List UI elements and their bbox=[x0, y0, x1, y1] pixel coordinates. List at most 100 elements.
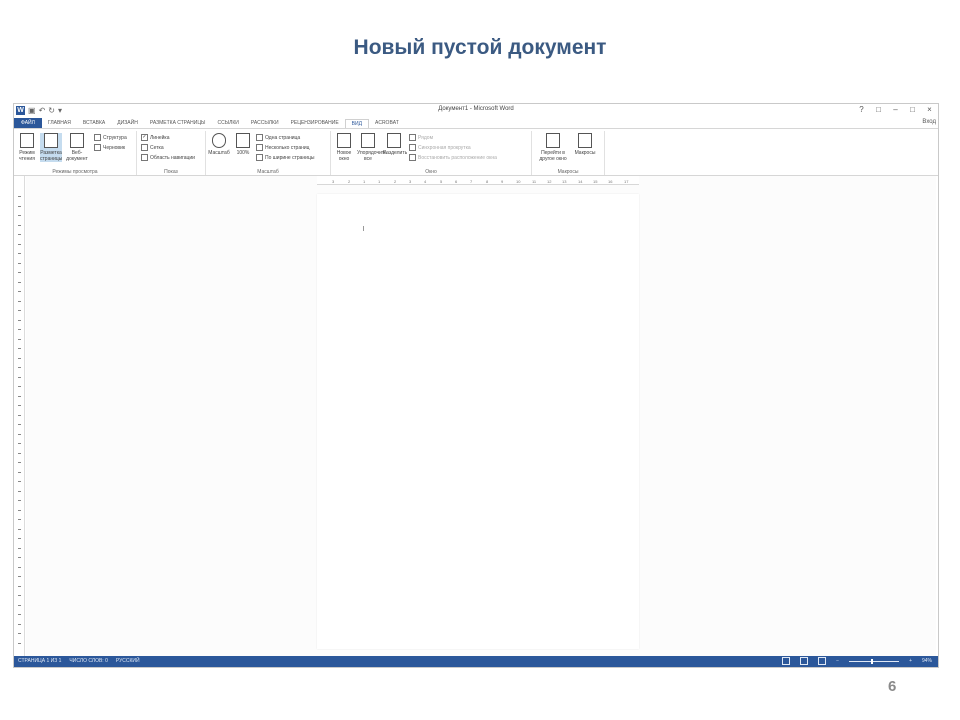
ruler-label: Линейка bbox=[150, 134, 170, 141]
ruler-checkbox[interactable]: ✓ Линейка bbox=[141, 134, 170, 141]
switch-windows-button[interactable]: Перейти в другое окно bbox=[536, 133, 570, 162]
group-window: Новое окно Упорядочить все Разделить Ряд… bbox=[331, 131, 532, 175]
vertical-ruler-tick bbox=[18, 405, 21, 406]
vertical-ruler-tick bbox=[18, 215, 21, 216]
zoom-out-icon[interactable]: − bbox=[836, 658, 839, 664]
ribbon-display-icon[interactable]: □ bbox=[874, 105, 883, 114]
side-by-side-icon bbox=[409, 134, 416, 141]
close-icon[interactable]: × bbox=[925, 105, 934, 114]
nav-pane-checkbox[interactable]: Область навигации bbox=[141, 154, 195, 161]
print-layout-button[interactable]: Разметка страницы bbox=[40, 133, 62, 162]
one-page-label: Одна страница bbox=[265, 134, 301, 141]
ruler-check-icon: ✓ bbox=[141, 134, 148, 141]
tab-acrobat[interactable]: ACROBAT bbox=[369, 118, 405, 128]
zoom-100-icon bbox=[236, 133, 250, 148]
tab-review[interactable]: РЕЦЕНЗИРОВАНИЕ bbox=[285, 118, 345, 128]
macros-icon bbox=[578, 133, 592, 148]
title-bar: W ▣ ↶ ↻ ▾ Документ1 - Microsoft Word ? □… bbox=[14, 104, 938, 125]
tab-mailings[interactable]: РАССЫЛКИ bbox=[245, 118, 285, 128]
window-title: Документ1 - Microsoft Word bbox=[438, 106, 514, 112]
print-layout-icon bbox=[44, 133, 58, 148]
vertical-ruler-tick bbox=[18, 528, 21, 530]
vertical-ruler-tick bbox=[18, 291, 21, 292]
ruler-tick-label: 9 bbox=[501, 179, 504, 184]
tab-file[interactable]: ФАЙЛ bbox=[14, 118, 42, 128]
arrange-all-button[interactable]: Упорядочить все bbox=[357, 133, 387, 162]
ruler-tick-label: 5 bbox=[440, 179, 443, 184]
tab-page-layout[interactable]: РАЗМЕТКА СТРАНИЦЫ bbox=[144, 118, 212, 128]
gridlines-checkbox[interactable]: Сетка bbox=[141, 144, 164, 151]
vertical-ruler-tick bbox=[18, 224, 21, 226]
sync-scroll-button[interactable]: Синхронная прокрутка bbox=[409, 144, 471, 151]
zoom-label: Масштаб bbox=[208, 150, 230, 156]
group-show-label: Показ bbox=[164, 169, 178, 175]
page-count-status[interactable]: СТРАНИЦА 1 ИЗ 1 bbox=[18, 658, 61, 664]
arrange-all-icon bbox=[361, 133, 375, 148]
web-layout-button[interactable]: Веб-документ bbox=[66, 133, 88, 162]
vertical-ruler-tick bbox=[18, 205, 21, 207]
vertical-ruler-tick bbox=[18, 471, 21, 473]
tab-insert[interactable]: ВСТАВКА bbox=[77, 118, 111, 128]
group-show: ✓ Линейка Сетка Область навигации Показ bbox=[137, 131, 206, 175]
draft-button[interactable]: Черновик bbox=[94, 144, 125, 151]
read-mode-label: Режим чтения bbox=[19, 150, 35, 162]
split-button[interactable]: Разделить bbox=[383, 133, 407, 156]
ruler-tick-label: 1 bbox=[378, 179, 381, 184]
tab-view[interactable]: ВИД bbox=[344, 118, 369, 128]
web-layout-status-icon[interactable] bbox=[818, 657, 827, 665]
zoom-slider[interactable] bbox=[849, 658, 900, 664]
word-window: W ▣ ↶ ↻ ▾ Документ1 - Microsoft Word ? □… bbox=[13, 103, 939, 668]
ruler-tick-label: 1 bbox=[363, 179, 366, 184]
draft-label: Черновик bbox=[103, 144, 126, 151]
maximize-icon[interactable]: □ bbox=[908, 105, 917, 114]
zoom-slider-knob[interactable] bbox=[871, 658, 874, 664]
tab-home[interactable]: ГЛАВНАЯ bbox=[42, 118, 77, 128]
word-count-status[interactable]: ЧИСЛО СЛОВ: 0 bbox=[69, 658, 107, 664]
switch-windows-icon bbox=[546, 133, 560, 148]
zoom-level[interactable]: 94% bbox=[922, 658, 932, 664]
vertical-ruler bbox=[16, 176, 25, 656]
ruler-tick-label: 4 bbox=[424, 179, 427, 184]
read-mode-status-icon[interactable] bbox=[782, 657, 791, 665]
web-layout-icon bbox=[70, 133, 84, 148]
print-layout-label: Разметка страницы bbox=[40, 150, 63, 162]
multiple-pages-button[interactable]: Несколько страниц bbox=[256, 144, 310, 151]
ruler-tick-label: 15 bbox=[593, 179, 598, 184]
reset-position-label: Восстановить расположение окна bbox=[418, 154, 497, 161]
vertical-ruler-tick bbox=[18, 481, 21, 482]
zoom-100-button[interactable]: 100% bbox=[232, 133, 254, 156]
new-window-button[interactable]: Новое окно bbox=[333, 133, 355, 162]
ruler-tick-label: 2 bbox=[394, 179, 397, 184]
macros-button[interactable]: Макросы bbox=[574, 133, 596, 156]
vertical-ruler-tick bbox=[18, 490, 21, 492]
vertical-ruler-tick bbox=[18, 281, 21, 283]
read-mode-button[interactable]: Режим чтения bbox=[16, 133, 38, 162]
page-width-icon bbox=[256, 154, 263, 161]
vertical-ruler-tick bbox=[18, 262, 21, 264]
vertical-ruler-tick bbox=[18, 348, 21, 349]
tab-references[interactable]: ССЫЛКИ bbox=[211, 118, 244, 128]
one-page-button[interactable]: Одна страница bbox=[256, 134, 300, 141]
side-by-side-button[interactable]: Рядом bbox=[409, 134, 433, 141]
help-icon[interactable]: ? bbox=[857, 105, 866, 114]
zoom-in-icon[interactable]: + bbox=[909, 658, 912, 664]
reset-position-button[interactable]: Восстановить расположение окна bbox=[409, 154, 497, 161]
print-layout-status-icon[interactable] bbox=[800, 657, 809, 665]
document-page[interactable] bbox=[317, 194, 639, 649]
ruler-tick-label: 11 bbox=[532, 179, 537, 184]
outline-button[interactable]: Структура bbox=[94, 134, 127, 141]
vertical-ruler-tick bbox=[18, 557, 21, 558]
tab-design[interactable]: ДИЗАЙН bbox=[111, 118, 144, 128]
vertical-ruler-tick bbox=[18, 509, 21, 511]
group-macros-label: Макросы bbox=[557, 169, 579, 175]
ruler-tick-label: 13 bbox=[562, 179, 567, 184]
document-area: 3 2 1 1 2 3 4 5 6 7 8 9 10 11 12 13 14 15 16 17 bbox=[26, 176, 936, 656]
page-width-button[interactable]: По ширине страницы bbox=[256, 154, 314, 161]
minimize-icon[interactable]: – bbox=[891, 105, 900, 114]
multiple-pages-label: Несколько страниц bbox=[265, 144, 310, 151]
reset-position-icon bbox=[409, 154, 416, 161]
zoom-button[interactable]: Масштаб bbox=[208, 133, 230, 156]
language-status[interactable]: РУССКИЙ bbox=[116, 658, 140, 664]
sync-scroll-icon bbox=[409, 144, 416, 151]
vertical-ruler-tick bbox=[18, 253, 21, 254]
